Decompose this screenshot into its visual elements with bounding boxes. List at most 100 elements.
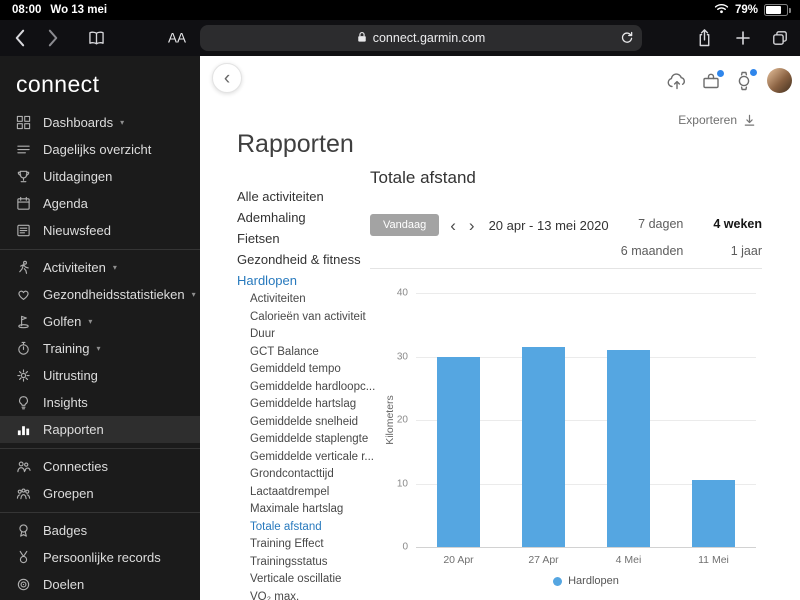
connect-logo: connect (16, 71, 100, 97)
sidebar-item-label: Gezondheidsstatistieken (43, 287, 185, 302)
report-nav-gezondheid-fitness[interactable]: Gezondheid & fitness (237, 249, 371, 270)
bar-4-mei (607, 350, 650, 547)
report-nav-vo-max[interactable]: VO₂ max. (237, 589, 371, 600)
prev-period-button[interactable]: ‹ (448, 217, 458, 234)
sidebar-item-dagelijks-overzicht[interactable]: Dagelijks overzicht (0, 136, 200, 163)
devices-icon[interactable] (701, 69, 724, 90)
tabs-icon[interactable] (772, 30, 788, 46)
challenges-icon (16, 169, 32, 184)
sidebar-item-uitrusting[interactable]: Uitrusting (0, 362, 200, 389)
lock-icon (357, 31, 367, 46)
browser-forward-button[interactable] (48, 29, 59, 48)
sidebar-item-rapporten[interactable]: Rapporten (0, 416, 200, 443)
sidebar-item-label: Training (43, 341, 90, 356)
report-nav-gemiddeld-tempo[interactable]: Gemiddeld tempo (237, 361, 371, 379)
notification-dot (750, 68, 757, 76)
sidebar-item-groepen[interactable]: Groepen (0, 480, 200, 507)
sidebar-item-connecties[interactable]: Connecties (0, 453, 200, 480)
medal-icon (16, 550, 32, 565)
sidebar-item-badges[interactable]: Badges (0, 517, 200, 544)
y-axis-tick: 30 (396, 351, 408, 362)
address-bar[interactable]: connect.garmin.com (200, 25, 642, 51)
battery-percent: 79% (734, 4, 758, 16)
page-title: Rapporten (237, 130, 354, 158)
sidebar-item-label: Badges (43, 523, 88, 538)
report-nav-lactaatdrempel[interactable]: Lactaatdrempel (237, 484, 371, 502)
bookmarks-icon[interactable] (88, 31, 105, 46)
gear-icon (16, 368, 32, 383)
browser-back-button[interactable] (14, 29, 25, 48)
report-nav-gemiddelde-hardloopc[interactable]: Gemiddelde hardloopc... (237, 379, 375, 397)
daily-summary-icon (16, 142, 32, 157)
sidebar-divider (0, 249, 200, 250)
runner-icon (16, 260, 32, 275)
chart-controls: Vandaag ‹ › 20 apr - 13 mei 2020 7 dagen… (370, 210, 762, 269)
text-size-button[interactable]: AA (168, 31, 186, 46)
report-nav-gemiddelde-snelheid[interactable]: Gemiddelde snelheid (237, 414, 371, 432)
bar-27-apr (522, 346, 565, 547)
sidebar-item-persoonlijke-records[interactable]: Persoonlijke records (0, 544, 200, 571)
heart-icon (16, 287, 32, 302)
sidebar-item-label: Persoonlijke records (43, 550, 161, 565)
report-nav-duur[interactable]: Duur (237, 326, 371, 344)
today-button[interactable]: Vandaag (370, 214, 440, 236)
report-nav-verticale-oscillatie[interactable]: Verticale oscillatie (237, 571, 371, 589)
report-nav-hardlopen[interactable]: Hardlopen (237, 270, 371, 291)
chart-title: Totale afstand (370, 168, 476, 187)
report-nav-activiteiten[interactable]: Activiteiten (237, 291, 371, 309)
range-option-1-jaar[interactable]: 1 jaar (731, 244, 762, 258)
chevron-down-icon: ▾ (191, 290, 196, 299)
gridline (416, 547, 756, 548)
reports-icon (16, 422, 32, 437)
sidebar-item-nieuwsfeed[interactable]: Nieuwsfeed (0, 217, 200, 244)
sidebar-item-activiteiten[interactable]: Activiteiten ▾ (0, 254, 200, 281)
report-nav-ademhaling[interactable]: Ademhaling (237, 207, 371, 228)
cloud-upload-icon[interactable] (666, 72, 688, 90)
sidebar-item-label: Uitrusting (43, 368, 98, 383)
main-content: ‹ Exporteren Rapporten Alle activiteiten… (200, 56, 800, 600)
range-option-7-dagen[interactable]: 7 dagen (638, 217, 683, 231)
period-controls: Vandaag ‹ › 20 apr - 13 mei 2020 (370, 214, 609, 236)
sidebar-item-golfen[interactable]: Golfen ▾ (0, 308, 200, 335)
x-axis-label: 11 Mei (698, 554, 729, 566)
report-nav-gct-balance[interactable]: GCT Balance (237, 344, 371, 362)
report-nav-grondcontacttijd[interactable]: Grondcontacttijd (237, 466, 371, 484)
sidebar-divider (0, 448, 200, 449)
sidebar-item-training[interactable]: Training ▾ (0, 335, 200, 362)
report-nav-fietsen[interactable]: Fietsen (237, 228, 371, 249)
chevron-down-icon: ▾ (120, 118, 125, 127)
range-option-4-weken[interactable]: 4 weken (713, 217, 762, 231)
report-nav-maximale-hartslag[interactable]: Maximale hartslag (237, 501, 371, 519)
legend-marker (553, 576, 563, 586)
export-button[interactable]: Exporteren (678, 113, 756, 127)
report-nav-training-effect[interactable]: Training Effect (237, 536, 371, 554)
report-nav-gemiddelde-hartslag[interactable]: Gemiddelde hartslag (237, 396, 371, 414)
report-nav-calorie-n-van-activiteit[interactable]: Calorieën van activiteit (237, 309, 371, 327)
watch-icon[interactable] (734, 68, 757, 91)
export-label: Exporteren (678, 113, 737, 127)
report-nav-gemiddelde-staplengte[interactable]: Gemiddelde staplengte (237, 431, 371, 449)
chart-legend: Hardlopen (416, 575, 756, 587)
sidebar-item-uitdagingen[interactable]: Uitdagingen (0, 163, 200, 190)
share-icon[interactable] (697, 29, 712, 48)
x-axis-label: 20 Apr (443, 554, 474, 566)
sidebar-item-agenda[interactable]: Agenda (0, 190, 200, 217)
report-nav-gemiddelde-verticale-r[interactable]: Gemiddelde verticale r... (237, 449, 374, 467)
chart-section: Totale afstand Vandaag ‹ › 20 apr - 13 m… (370, 168, 762, 600)
x-axis-label: 4 Mei (615, 554, 642, 566)
report-nav-trainingsstatus[interactable]: Trainingsstatus (237, 554, 371, 572)
sidebar-item-gezondheidsstatistieken[interactable]: Gezondheidsstatistieken ▾ (0, 281, 200, 308)
avatar[interactable] (767, 68, 792, 93)
refresh-icon[interactable] (620, 31, 634, 45)
report-nav-totale-afstand[interactable]: Totale afstand (237, 519, 371, 537)
next-period-button[interactable]: › (467, 217, 477, 234)
back-button[interactable]: ‹ (212, 63, 242, 93)
sidebar-item-dashboards[interactable]: Dashboards ▾ (0, 109, 200, 136)
report-nav-alle-activiteiten[interactable]: Alle activiteiten (237, 186, 371, 207)
sidebar-item-label: Groepen (43, 486, 94, 501)
sidebar-item-doelen[interactable]: Doelen (0, 571, 200, 598)
connections-icon (16, 459, 32, 474)
sidebar-item-insights[interactable]: Insights (0, 389, 200, 416)
new-tab-icon[interactable] (736, 31, 750, 45)
range-option-6-maanden[interactable]: 6 maanden (621, 244, 684, 258)
